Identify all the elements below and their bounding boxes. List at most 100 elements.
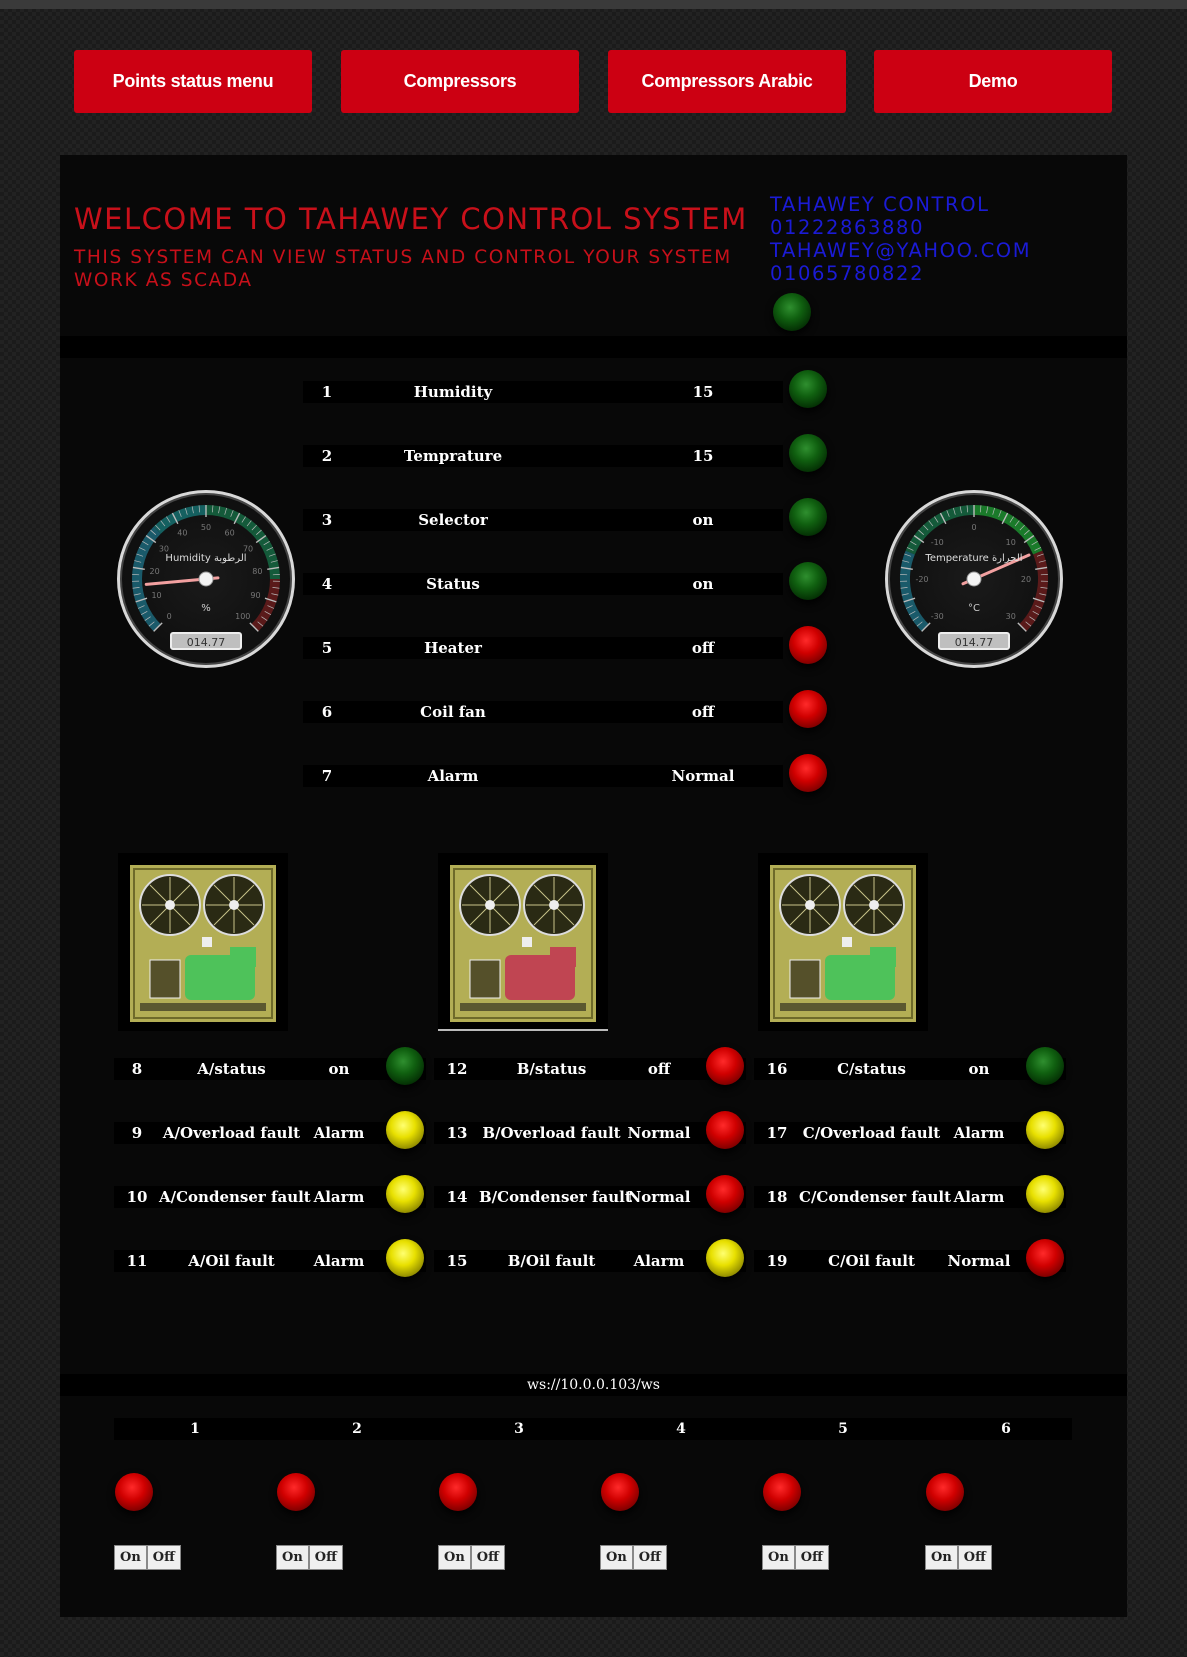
temperature-gauge-unit: °C	[968, 603, 980, 614]
compressor-status-led	[1026, 1175, 1064, 1213]
compressor-point-value: Alarm	[313, 1252, 365, 1270]
compressor-status-led	[706, 1175, 744, 1213]
compressor-status-led	[386, 1239, 424, 1277]
compressor-status-led	[706, 1111, 744, 1149]
point-row: 1 Humidity 15	[303, 381, 783, 403]
compressor-row: 16 C/status on	[754, 1058, 1066, 1080]
compressor-row: 13 B/Overload fault Normal	[434, 1122, 746, 1144]
compressor-row: 17 C/Overload fault Alarm	[754, 1122, 1066, 1144]
compressor-point-value: Alarm	[313, 1188, 365, 1206]
humidity-gauge-unit: %	[201, 603, 211, 614]
output-on-button[interactable]: On	[925, 1545, 958, 1570]
output-number: 6	[1001, 1421, 1011, 1437]
humidity-gauge-tick-label: 80	[252, 567, 262, 576]
compressor-row: 14 B/Condenser fault Normal	[434, 1186, 746, 1208]
temperature-gauge-tick-label: 10	[1006, 538, 1016, 547]
point-row: 7 Alarm Normal	[303, 765, 783, 787]
point-number: 4	[321, 575, 333, 593]
output-off-button[interactable]: Off	[470, 1545, 505, 1570]
output-off-button[interactable]: Off	[632, 1545, 667, 1570]
point-value: off	[691, 703, 715, 721]
contact-phone-1: 01222863880	[770, 216, 925, 239]
output-number: 2	[352, 1421, 362, 1437]
compressor-point-number: 15	[446, 1252, 468, 1270]
compressor-point-value: on	[328, 1060, 350, 1078]
compressor-frame	[438, 853, 608, 1031]
compressor-point-name: B/Overload fault	[482, 1124, 621, 1142]
point-name: Humidity	[413, 383, 493, 401]
compressor-point-name: B/status	[516, 1060, 587, 1078]
header-divider	[60, 336, 1127, 358]
compressor-point-number: 18	[766, 1188, 788, 1206]
temperature-gauge-tick-label: 20	[1021, 575, 1031, 584]
output-onoff-group: On Off	[276, 1545, 343, 1570]
points-status-menu-button[interactable]: Points status menu	[74, 50, 312, 113]
humidity-gauge-tick-label: 20	[150, 567, 160, 576]
output-status-led	[115, 1473, 153, 1511]
compressor-image	[770, 865, 916, 1022]
output-on-button[interactable]: On	[600, 1545, 633, 1570]
humidity-gauge-arc-band	[153, 505, 207, 534]
output-on-button[interactable]: On	[762, 1545, 795, 1570]
compressor-point-value: Alarm	[313, 1124, 365, 1142]
compressor-status-led	[706, 1047, 744, 1085]
output-status-led	[763, 1473, 801, 1511]
output-status-led	[601, 1473, 639, 1511]
compressor-point-name: C/Oil fault	[828, 1252, 915, 1270]
point-row: 2 Temprature 15	[303, 445, 783, 467]
humidity-gauge-readout: 014.77	[170, 632, 242, 650]
top-bar	[0, 0, 1187, 9]
temperature-gauge-tick-label: -20	[915, 575, 928, 584]
point-row: 5 Heater off	[303, 637, 783, 659]
temperature-gauge-tick-label: -10	[931, 538, 944, 547]
output-on-button[interactable]: On	[276, 1545, 309, 1570]
compressor-row: 12 B/status off	[434, 1058, 746, 1080]
point-status-led	[789, 690, 827, 728]
point-status-led	[789, 754, 827, 792]
output-onoff-group: On Off	[114, 1545, 181, 1570]
point-number: 7	[321, 767, 333, 785]
temperature-gauge-hub	[966, 571, 982, 587]
compressor-status-led	[386, 1175, 424, 1213]
compressor-row: 9 A/Overload fault Alarm	[114, 1122, 426, 1144]
demo-button[interactable]: Demo	[874, 50, 1112, 113]
output-off-button[interactable]: Off	[146, 1545, 181, 1570]
point-row: 6 Coil fan off	[303, 701, 783, 723]
humidity-gauge-arc-band	[205, 505, 259, 534]
point-status-led	[789, 370, 827, 408]
point-name: Heater	[424, 639, 482, 657]
output-onoff-group: On Off	[438, 1545, 505, 1570]
compressor-image	[130, 865, 276, 1022]
compressors-button[interactable]: Compressors	[341, 50, 579, 113]
compressor-status-led	[1026, 1239, 1064, 1277]
compressors-arabic-button[interactable]: Compressors Arabic	[608, 50, 846, 113]
output-number: 1	[190, 1421, 200, 1437]
humidity-gauge-tick-label: 60	[225, 529, 235, 538]
compressor-point-number: 13	[446, 1124, 468, 1142]
point-value: Normal	[671, 767, 735, 785]
temperature-gauge-tick-label: 0	[971, 523, 976, 532]
compressor-point-name: B/Condenser fault	[479, 1188, 632, 1206]
compressor-row: 11 A/Oil fault Alarm	[114, 1250, 426, 1272]
point-name: Temprature	[403, 447, 503, 465]
compressor-row: 8 A/status on	[114, 1058, 426, 1080]
compressor-point-value: Alarm	[953, 1188, 1005, 1206]
compressor-point-value: Alarm	[953, 1124, 1005, 1142]
output-off-button[interactable]: Off	[794, 1545, 829, 1570]
websocket-address: ws://10.0.0.103/ws	[60, 1374, 1127, 1396]
output-status-led	[277, 1473, 315, 1511]
point-value: on	[692, 575, 714, 593]
output-on-button[interactable]: On	[114, 1545, 147, 1570]
contact-info: TAHAWEY CONTROL 01222863880 TAHAWEY@YAHO…	[770, 193, 1031, 285]
output-off-button[interactable]: Off	[308, 1545, 343, 1570]
contact-company: TAHAWEY CONTROL	[770, 193, 990, 216]
temperature-gauge: -30 -20 -10 0 10 20 30 Temperature الحرارة °C …	[885, 490, 1063, 668]
point-status-led	[789, 498, 827, 536]
output-on-button[interactable]: On	[438, 1545, 471, 1570]
point-name: Coil fan	[420, 703, 486, 721]
output-off-button[interactable]: Off	[957, 1545, 992, 1570]
point-value: 15	[692, 383, 714, 401]
compressor-point-value: Normal	[947, 1252, 1011, 1270]
compressor-point-number: 19	[766, 1252, 788, 1270]
compressor-row: 15 B/Oil fault Alarm	[434, 1250, 746, 1272]
